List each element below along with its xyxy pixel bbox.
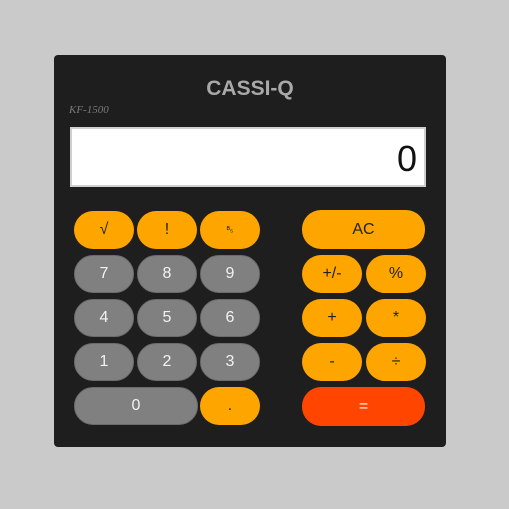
subtract-button[interactable]: - <box>302 343 362 381</box>
add-button[interactable]: + <box>302 299 362 337</box>
divide-button[interactable]: ÷ <box>366 343 426 381</box>
percent-button[interactable]: % <box>366 255 426 293</box>
multiply-button[interactable]: * <box>366 299 426 337</box>
digit-0-button[interactable]: 0 <box>74 387 198 425</box>
equals-button[interactable]: = <box>302 387 425 426</box>
digit-1-button[interactable]: 1 <box>74 343 134 381</box>
factorial-button[interactable]: ! <box>137 211 197 249</box>
digit-2-button[interactable]: 2 <box>137 343 197 381</box>
digit-9-button[interactable]: 9 <box>200 255 260 293</box>
clear-button[interactable]: AC <box>302 210 425 249</box>
display-screen: 0 <box>70 127 426 187</box>
digit-6-button[interactable]: 6 <box>200 299 260 337</box>
brand-title: CASSI-Q <box>206 77 294 100</box>
digit-8-button[interactable]: 8 <box>137 255 197 293</box>
model-label: KF-1500 <box>69 104 109 116</box>
digit-5-button[interactable]: 5 <box>137 299 197 337</box>
sign-toggle-button[interactable]: +/- <box>302 255 362 293</box>
digit-4-button[interactable]: 4 <box>74 299 134 337</box>
decimal-button[interactable]: . <box>200 387 260 425</box>
digit-3-button[interactable]: 3 <box>200 343 260 381</box>
sqrt-button[interactable]: √ <box>74 211 134 249</box>
digit-7-button[interactable]: 7 <box>74 255 134 293</box>
calculator: CASSI-Q KF-1500 0 √ ! ᴮ₅ AC 7 8 9 +/- % … <box>54 55 446 447</box>
base-button[interactable]: ᴮ₅ <box>200 211 260 249</box>
